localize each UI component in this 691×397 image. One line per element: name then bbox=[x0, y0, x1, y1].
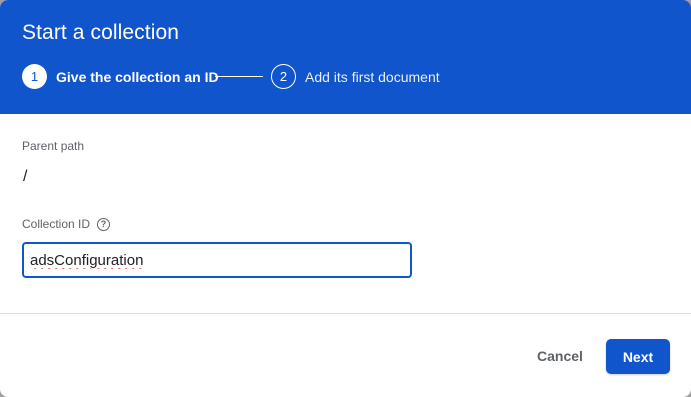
collection-id-input[interactable] bbox=[30, 251, 400, 269]
parent-path-label-text: Parent path bbox=[22, 139, 85, 153]
collection-id-label: Collection ID ? bbox=[22, 217, 111, 231]
step-2: 2 Add its first document bbox=[271, 63, 440, 90]
step-2-number: 2 bbox=[271, 64, 296, 89]
stepper-connector bbox=[215, 76, 263, 77]
step-1-number: 1 bbox=[22, 64, 47, 89]
step-2-label: Add its first document bbox=[305, 68, 440, 85]
start-collection-dialog: Start a collection 1 Give the collection… bbox=[0, 0, 691, 397]
dialog-title: Start a collection bbox=[22, 21, 180, 44]
footer-divider bbox=[0, 313, 691, 314]
step-1-label: Give the collection an ID bbox=[56, 68, 219, 85]
dialog-header: Start a collection 1 Give the collection… bbox=[0, 0, 691, 114]
help-icon[interactable]: ? bbox=[97, 217, 111, 231]
next-button[interactable]: Next bbox=[606, 339, 670, 374]
parent-path-value: / bbox=[23, 168, 28, 185]
collection-id-field[interactable] bbox=[22, 242, 412, 278]
parent-path-label: Parent path bbox=[22, 139, 84, 153]
step-1: 1 Give the collection an ID bbox=[22, 63, 219, 90]
collection-id-label-text: Collection ID bbox=[22, 217, 91, 231]
cancel-button[interactable]: Cancel bbox=[527, 339, 593, 373]
